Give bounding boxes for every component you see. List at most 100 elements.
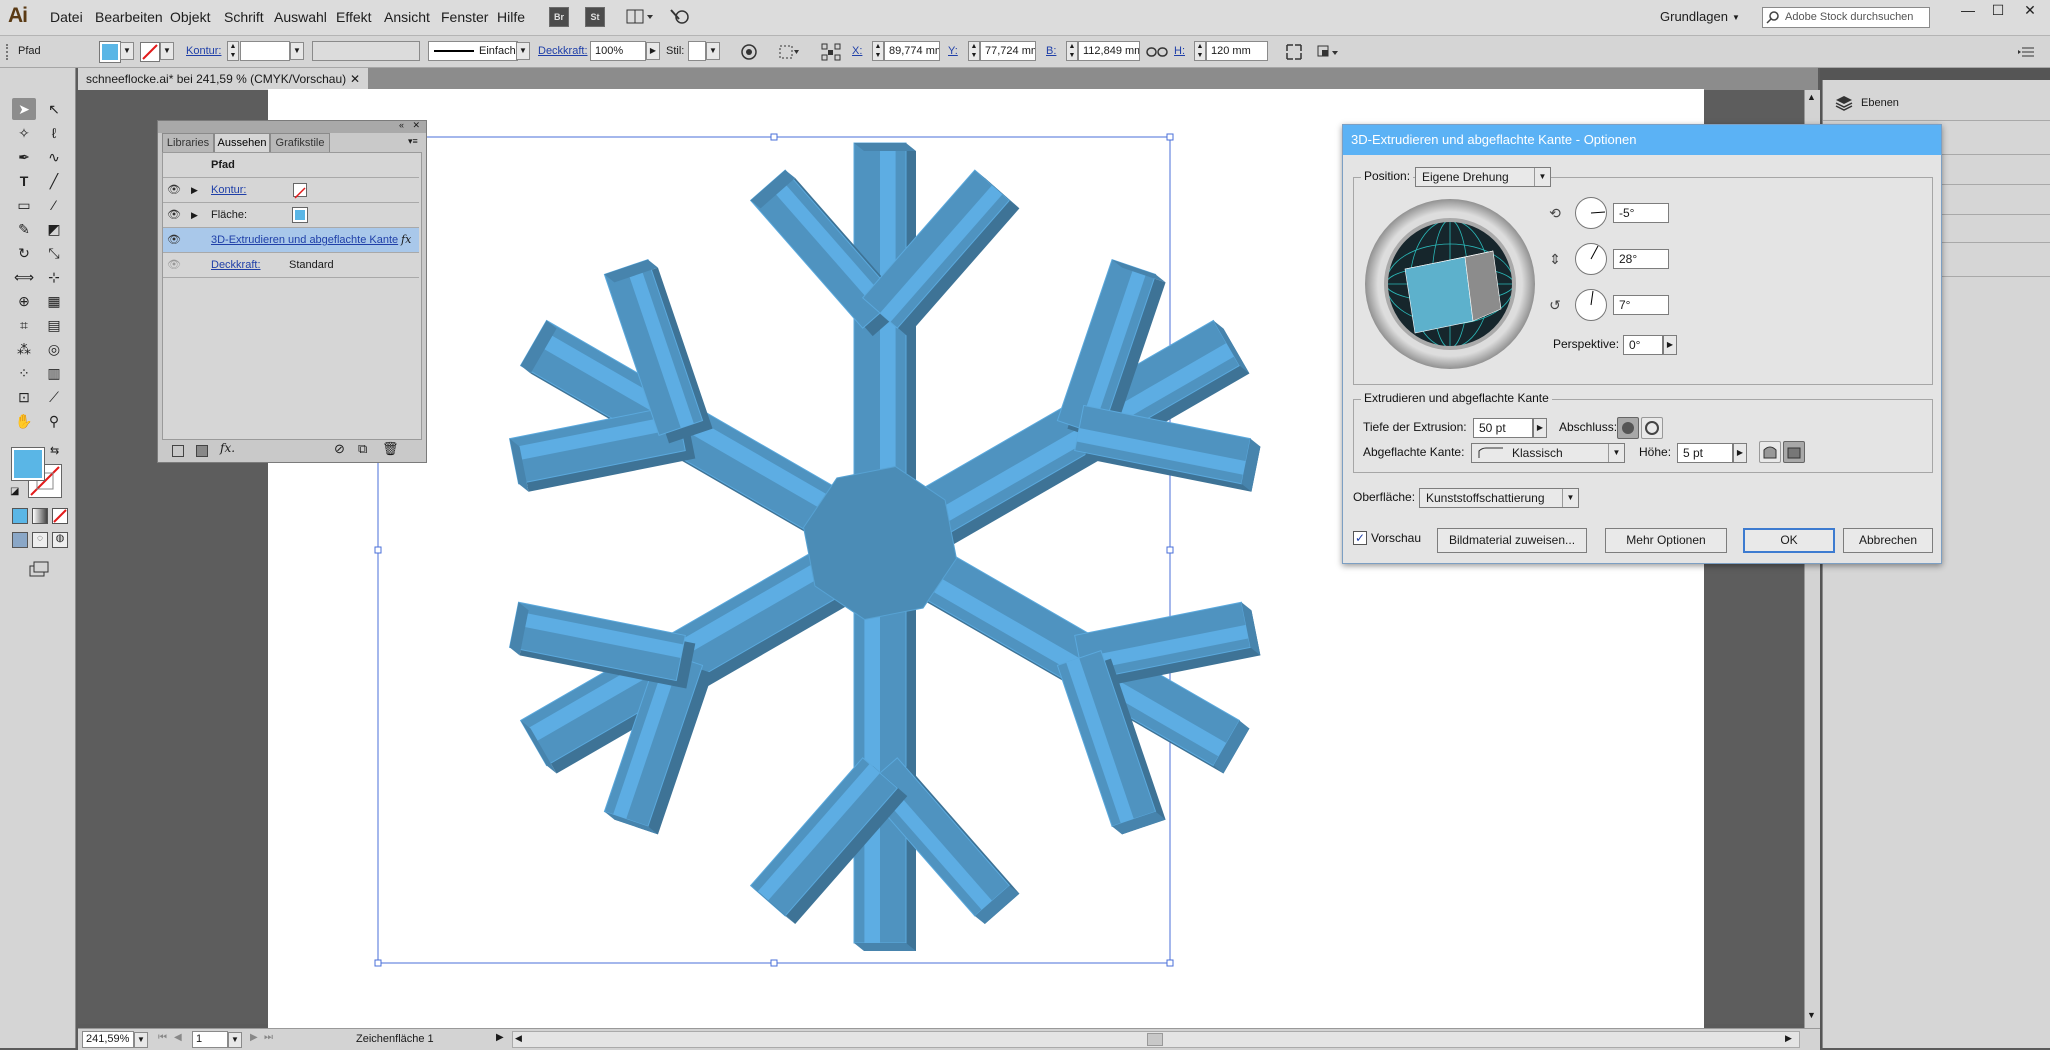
stroke-swatch-icon[interactable]	[293, 183, 307, 199]
trash-icon[interactable]: 🗑	[382, 441, 399, 457]
curvature-tool-icon[interactable]: ∿	[42, 146, 66, 168]
slice-tool-icon[interactable]: ⟋	[42, 386, 66, 408]
y-rotation-field[interactable]: 28°	[1613, 249, 1669, 269]
preview-checkbox[interactable]: ✓	[1353, 531, 1367, 545]
collapse-panel-icon[interactable]: «	[399, 120, 404, 130]
menu-effekt[interactable]: Effekt	[336, 9, 372, 25]
effect-3d-link[interactable]: 3D-Extrudieren und abgeflachte Kante	[211, 228, 398, 252]
scroll-thumb[interactable]	[1147, 1033, 1163, 1046]
selection-handle[interactable]	[374, 959, 382, 967]
depth-field[interactable]: 50 pt	[1473, 418, 1533, 438]
eye-icon[interactable]: 👁	[167, 258, 181, 272]
new-art-basic-icon[interactable]	[172, 445, 184, 457]
close-window-button[interactable]: ✕	[2015, 2, 2045, 20]
opacity-panel-link[interactable]: Deckkraft:	[538, 45, 588, 57]
menu-bearbeiten[interactable]: Bearbeiten	[95, 9, 163, 25]
width-field[interactable]: 112,849 mm	[1078, 41, 1140, 61]
stroke-style-dropdown[interactable]: ▼	[516, 42, 530, 60]
status-menu-icon[interactable]: ▶	[496, 1032, 504, 1043]
y-stepper[interactable]: ▲ ▼	[968, 41, 980, 61]
selection-bounding-box[interactable]	[377, 136, 1171, 964]
shaper-tool-icon[interactable]: ✎	[12, 218, 36, 240]
y-rotation-dial[interactable]	[1575, 243, 1607, 275]
type-tool-icon[interactable]: T	[12, 170, 36, 192]
default-colors-icon[interactable]: ◪	[10, 486, 19, 497]
artboard-number-field[interactable]: 1	[192, 1031, 228, 1048]
y-label[interactable]: Y:	[948, 45, 958, 57]
mesh-tool-icon[interactable]: ⌗	[12, 314, 36, 336]
x-rotation-field[interactable]: -5°	[1613, 203, 1669, 223]
line-tool-icon[interactable]: ╱	[42, 170, 66, 192]
last-artboard-icon[interactable]: ⏭	[264, 1032, 273, 1043]
scroll-right-icon[interactable]: ▶	[1785, 1033, 1792, 1044]
clear-appearance-icon[interactable]: ⊘	[334, 441, 345, 457]
selection-tool-icon[interactable]: ➤	[12, 98, 36, 120]
variable-width-profile[interactable]	[312, 41, 420, 61]
appearance-row-effect[interactable]: 👁 3D-Extrudieren und abgeflachte Kante f…	[163, 228, 419, 253]
maximize-button[interactable]: ☐	[1983, 2, 2013, 20]
blend-tool-icon[interactable]: ◎	[42, 338, 66, 360]
perspective-grid-tool-icon[interactable]: ▦	[42, 290, 66, 312]
swap-colors-icon[interactable]: ⇆	[50, 444, 59, 457]
rotate-tool-icon[interactable]: ↻	[12, 242, 36, 264]
opacity-stepper[interactable]: ▶	[646, 42, 660, 60]
opacity-link[interactable]: Deckkraft:	[211, 253, 261, 277]
graphic-style-swatch[interactable]	[688, 41, 706, 61]
bevel-height-field[interactable]: 5 pt	[1677, 443, 1733, 463]
x-stepper[interactable]: ▲ ▼	[872, 41, 884, 61]
width-stepper[interactable]: ▲ ▼	[1066, 41, 1078, 61]
tab-aussehen[interactable]: Aussehen	[214, 133, 270, 152]
stroke-dropdown-button[interactable]: ▼	[160, 42, 174, 60]
transform-options-icon[interactable]	[1284, 42, 1304, 62]
zoom-tool-icon[interactable]: ⚲	[42, 410, 66, 432]
selection-handle[interactable]	[1166, 959, 1174, 967]
height-stepper[interactable]: ▲ ▼	[1194, 41, 1206, 61]
snowflake-arm-cap[interactable]	[854, 943, 916, 951]
align-to-selection-icon[interactable]	[778, 43, 800, 61]
magic-wand-tool-icon[interactable]: ✧	[12, 122, 36, 144]
hand-tool-icon[interactable]: ✋	[12, 410, 36, 432]
cap-off-icon[interactable]	[1641, 417, 1663, 439]
snowflake-arm-cap[interactable]	[854, 143, 916, 151]
cancel-button[interactable]: Abbrechen	[1843, 528, 1933, 553]
artboard-tool-icon[interactable]: ⊡	[12, 386, 36, 408]
next-artboard-icon[interactable]: ▶	[250, 1032, 258, 1043]
width-label[interactable]: B:	[1046, 45, 1056, 57]
stroke-weight-stepper[interactable]: ▲ ▼	[227, 41, 239, 61]
menu-auswahl[interactable]: Auswahl	[274, 9, 327, 25]
previous-artboard-icon[interactable]: ◀	[174, 1032, 182, 1043]
map-art-button[interactable]: Bildmaterial zuweisen...	[1437, 528, 1587, 553]
eye-icon[interactable]: 👁	[167, 183, 181, 197]
bevel-height-slider-button[interactable]: ▶	[1733, 443, 1747, 463]
pen-tool-icon[interactable]: ✒	[12, 146, 36, 168]
y-field[interactable]: 77,724 mm	[980, 41, 1036, 61]
x-label[interactable]: X:	[852, 45, 862, 57]
column-graph-tool-icon[interactable]: ▥	[42, 362, 66, 384]
stroke-panel-link[interactable]: Kontur:	[186, 45, 221, 57]
track-cube-sphere[interactable]	[1365, 199, 1535, 369]
scale-tool-icon[interactable]: ⤡	[42, 242, 66, 264]
symbol-sprayer-tool-icon[interactable]: ⁘	[12, 362, 36, 384]
isolate-object-icon[interactable]	[1316, 42, 1340, 62]
width-tool-icon[interactable]: ⟺	[12, 266, 36, 288]
workspace-switcher[interactable]: Grundlagen	[1660, 9, 1728, 24]
document-tab[interactable]: schneeflocke.ai* bei 241,59 % (CMYK/Vors…	[78, 68, 368, 90]
fill-color-box[interactable]	[11, 447, 45, 481]
recolor-artwork-icon[interactable]	[740, 43, 758, 61]
add-fill-icon[interactable]	[196, 445, 208, 457]
minimize-button[interactable]: —	[1953, 2, 1983, 20]
color-mode-icon[interactable]	[12, 508, 28, 524]
x-rotation-dial[interactable]	[1575, 197, 1607, 229]
height-label[interactable]: H:	[1174, 45, 1185, 57]
menu-hilfe[interactable]: Hilfe	[497, 9, 525, 25]
opacity-field[interactable]: 100%	[590, 41, 646, 61]
depth-slider-button[interactable]: ▶	[1533, 418, 1547, 438]
rectangle-tool-icon[interactable]: ▭	[12, 194, 36, 216]
zoom-field[interactable]: 241,59%	[82, 1031, 134, 1048]
height-field[interactable]: 120 mm	[1206, 41, 1268, 61]
gradient-tool-icon[interactable]: ▤	[42, 314, 66, 336]
draw-behind-icon[interactable]: ◌	[32, 532, 48, 548]
lasso-tool-icon[interactable]: ℓ	[42, 122, 66, 144]
perspective-field[interactable]: 0°	[1623, 335, 1663, 355]
tab-grafikstile[interactable]: Grafikstile	[270, 133, 330, 152]
